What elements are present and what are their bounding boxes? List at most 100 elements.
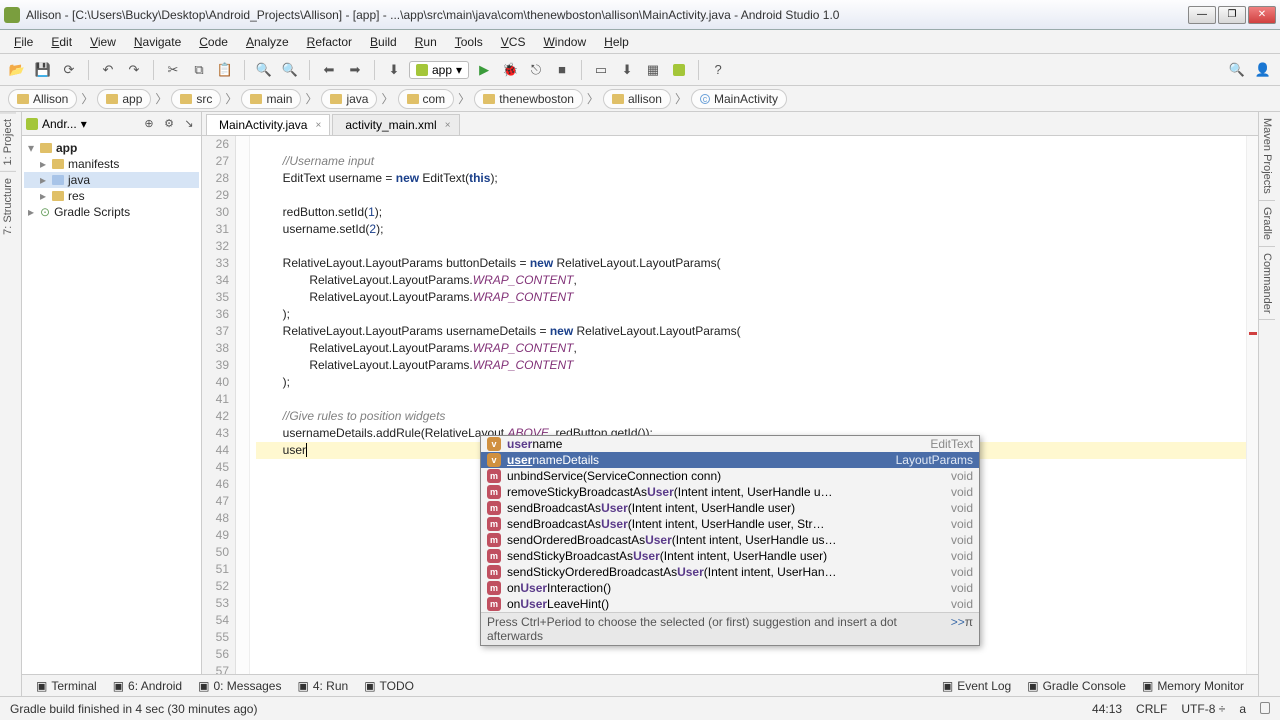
- ddms-icon[interactable]: ▦: [642, 59, 664, 81]
- android-monitor-icon[interactable]: [668, 59, 690, 81]
- tree-node-gradle-scripts[interactable]: ▸⊙Gradle Scripts: [24, 204, 199, 220]
- separator: [374, 60, 375, 80]
- toolwin-6-android[interactable]: ▣6: Android: [105, 677, 190, 695]
- paste-icon[interactable]: 📋: [214, 59, 236, 81]
- menu-tools[interactable]: Tools: [447, 33, 491, 51]
- autocomplete-item[interactable]: mremoveStickyBroadcastAsUser(Intent inte…: [481, 484, 979, 500]
- autocomplete-item[interactable]: msendOrderedBroadcastAsUser(Intent inten…: [481, 532, 979, 548]
- project-tree[interactable]: ▾app ▸manifests ▸java ▸res ▸⊙Gradle Scri…: [22, 136, 201, 224]
- toolwin-event-log[interactable]: ▣Event Log: [934, 677, 1019, 695]
- toolwin-terminal[interactable]: ▣Terminal: [28, 677, 105, 695]
- tree-node-res[interactable]: ▸res: [24, 188, 199, 204]
- toolwin-todo[interactable]: ▣TODO: [356, 677, 422, 695]
- cut-icon[interactable]: ✂: [162, 59, 184, 81]
- editor-tab-mainactivity-java[interactable]: MainActivity.java×: [206, 114, 330, 135]
- open-icon[interactable]: 📂: [6, 59, 28, 81]
- forward-icon[interactable]: ➡: [344, 59, 366, 81]
- replace-icon[interactable]: 🔍: [279, 59, 301, 81]
- attach-icon[interactable]: ⎋: [525, 59, 547, 81]
- menu-view[interactable]: View: [82, 33, 124, 51]
- menu-file[interactable]: File: [6, 33, 41, 51]
- breadcrumb-app[interactable]: app: [97, 89, 151, 109]
- lock-icon[interactable]: [1260, 702, 1270, 714]
- debug-button[interactable]: 🐞: [499, 59, 521, 81]
- tree-node-manifests[interactable]: ▸manifests: [24, 156, 199, 172]
- toolwin-memory-monitor[interactable]: ▣Memory Monitor: [1134, 677, 1252, 695]
- autocomplete-item[interactable]: monUserLeaveHint()void: [481, 596, 979, 612]
- menu-run[interactable]: Run: [407, 33, 445, 51]
- menu-build[interactable]: Build: [362, 33, 405, 51]
- toolwin-gradle-console[interactable]: ▣Gradle Console: [1019, 677, 1134, 695]
- hide-icon[interactable]: ↘: [181, 116, 197, 132]
- breadcrumb-mainactivity[interactable]: cMainActivity: [691, 89, 787, 109]
- sdk-icon[interactable]: ⬇: [616, 59, 638, 81]
- right-tab-maven-projects[interactable]: Maven Projects: [1259, 112, 1275, 201]
- search-everywhere-icon[interactable]: 🔍: [1226, 59, 1248, 81]
- right-tab-gradle[interactable]: Gradle: [1259, 201, 1275, 247]
- autocomplete-item[interactable]: msendStickyOrderedBroadcastAsUser(Intent…: [481, 564, 979, 580]
- autocomplete-item[interactable]: msendBroadcastAsUser(Intent intent, User…: [481, 500, 979, 516]
- project-tool-window[interactable]: Andr... ▾ ⊕ ⚙ ↘ ▾app ▸manifests ▸java ▸r…: [22, 112, 202, 696]
- error-marker[interactable]: [1249, 332, 1257, 335]
- autocomplete-item[interactable]: monUserInteraction()void: [481, 580, 979, 596]
- menu-window[interactable]: Window: [535, 33, 594, 51]
- autocomplete-item[interactable]: munbindService(ServiceConnection conn)vo…: [481, 468, 979, 484]
- menu-edit[interactable]: Edit: [43, 33, 80, 51]
- right-tab-commander[interactable]: Commander: [1259, 247, 1275, 321]
- run-config-selector[interactable]: app ▾: [409, 61, 469, 79]
- menu-analyze[interactable]: Analyze: [238, 33, 297, 51]
- menu-vcs[interactable]: VCS: [493, 33, 534, 51]
- chevron-down-icon: ▾: [456, 63, 462, 77]
- settings-icon[interactable]: ⚙: [161, 116, 177, 132]
- collapse-icon[interactable]: ⊕: [141, 116, 157, 132]
- tree-node-java[interactable]: ▸java: [24, 172, 199, 188]
- breadcrumb-allison[interactable]: Allison: [8, 89, 77, 109]
- menu-refactor[interactable]: Refactor: [299, 33, 360, 51]
- close-button[interactable]: ✕: [1248, 6, 1276, 24]
- maximize-button[interactable]: ❐: [1218, 6, 1246, 24]
- menu-navigate[interactable]: Navigate: [126, 33, 189, 51]
- window-titlebar: Allison - [C:\Users\Bucky\Desktop\Androi…: [0, 0, 1280, 30]
- error-stripe[interactable]: [1246, 136, 1258, 696]
- breadcrumb-allison[interactable]: allison: [603, 89, 671, 109]
- save-icon[interactable]: 💾: [32, 59, 54, 81]
- line-separator[interactable]: CRLF: [1136, 702, 1167, 716]
- avd-icon[interactable]: ▭: [590, 59, 612, 81]
- breadcrumb-src[interactable]: src: [171, 89, 221, 109]
- autocomplete-popup[interactable]: vusernameEditTextvusernameDetailsLayoutP…: [480, 435, 980, 646]
- file-encoding[interactable]: UTF-8 ÷: [1181, 702, 1225, 716]
- pi-icon[interactable]: π: [965, 615, 973, 643]
- make-icon[interactable]: ⬇: [383, 59, 405, 81]
- autocomplete-item[interactable]: vusernameEditText: [481, 436, 979, 452]
- autocomplete-item[interactable]: vusernameDetailsLayoutParams: [481, 452, 979, 468]
- editor-tab-activity_main-xml[interactable]: activity_main.xml×: [332, 114, 459, 135]
- toolwin-0-messages[interactable]: ▣0: Messages: [190, 677, 289, 695]
- left-tab-1-project[interactable]: 1: Project: [0, 112, 16, 171]
- run-button[interactable]: ▶: [473, 59, 495, 81]
- project-view-header[interactable]: Andr... ▾ ⊕ ⚙ ↘: [22, 112, 201, 136]
- autocomplete-item[interactable]: msendBroadcastAsUser(Intent intent, User…: [481, 516, 979, 532]
- autocomplete-more[interactable]: >>: [951, 615, 965, 643]
- left-tab-7-structure[interactable]: 7: Structure: [0, 171, 16, 241]
- minimize-button[interactable]: —: [1188, 6, 1216, 24]
- copy-icon[interactable]: ⧉: [188, 59, 210, 81]
- undo-icon[interactable]: ↶: [97, 59, 119, 81]
- menu-code[interactable]: Code: [191, 33, 236, 51]
- back-icon[interactable]: ⬅: [318, 59, 340, 81]
- close-tab-icon[interactable]: ×: [441, 120, 451, 131]
- help-icon[interactable]: ?: [707, 59, 729, 81]
- close-tab-icon[interactable]: ×: [311, 120, 321, 131]
- autocomplete-item[interactable]: msendStickyBroadcastAsUser(Intent intent…: [481, 548, 979, 564]
- redo-icon[interactable]: ↷: [123, 59, 145, 81]
- find-icon[interactable]: 🔍: [253, 59, 275, 81]
- user-icon[interactable]: 👤: [1252, 59, 1274, 81]
- sync-icon[interactable]: ⟳: [58, 59, 80, 81]
- breadcrumb-com[interactable]: com: [398, 89, 455, 109]
- toolwin-4-run[interactable]: ▣4: Run: [289, 677, 356, 695]
- menu-help[interactable]: Help: [596, 33, 637, 51]
- stop-icon[interactable]: ■: [551, 59, 573, 81]
- breadcrumb-thenewboston[interactable]: thenewboston: [474, 89, 583, 109]
- tree-node-app[interactable]: ▾app: [24, 140, 199, 156]
- breadcrumb-java[interactable]: java: [321, 89, 377, 109]
- breadcrumb-main[interactable]: main: [241, 89, 301, 109]
